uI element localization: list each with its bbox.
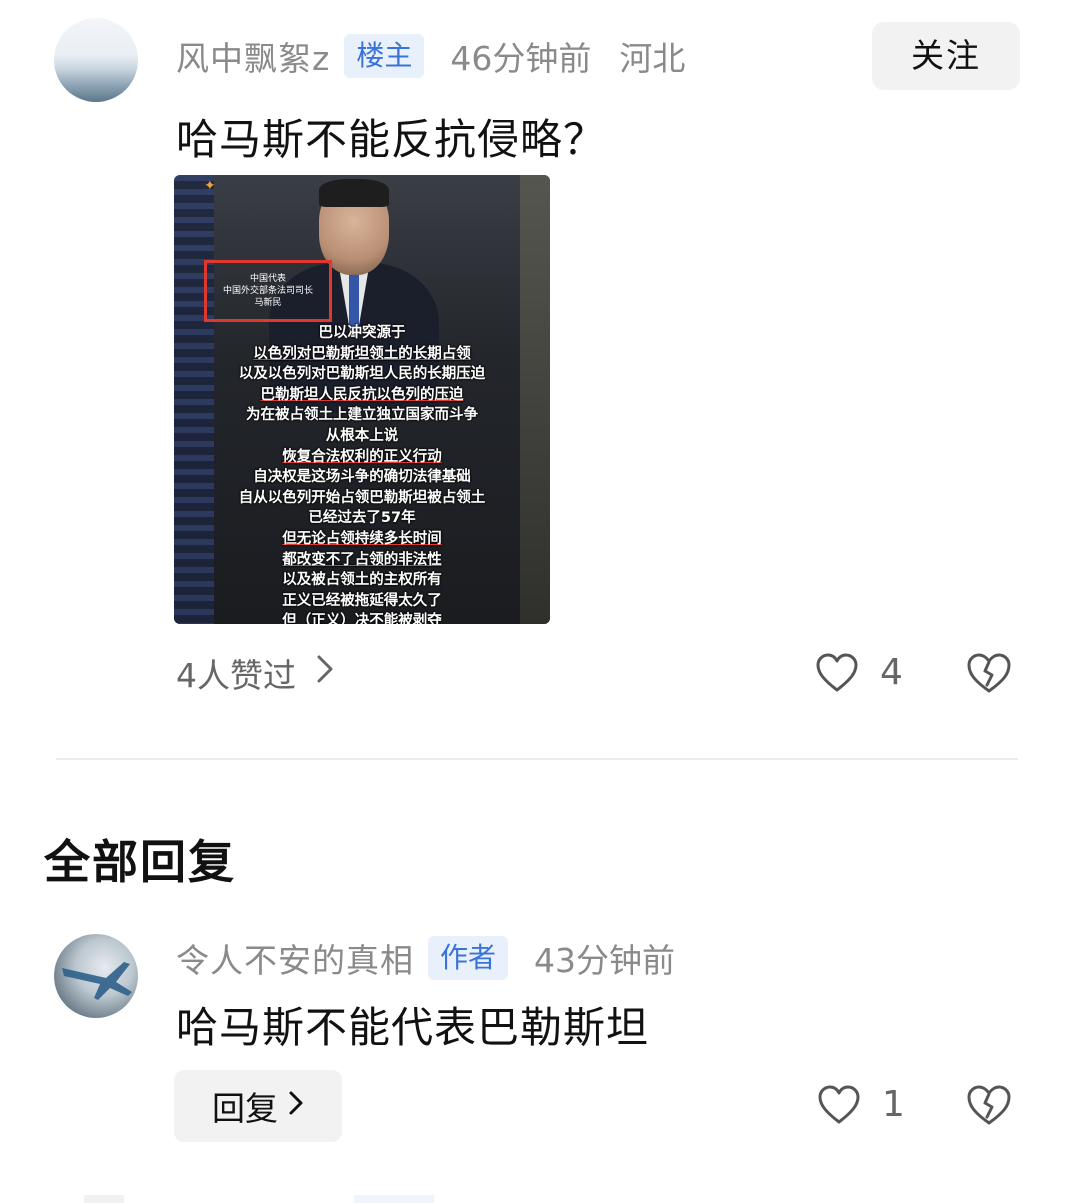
dislike-button[interactable]	[966, 652, 1012, 694]
subtitle-text: 都改变不了占领的非法性	[282, 551, 442, 568]
broken-heart-icon	[966, 1084, 1012, 1126]
comment-thread: 风中飘絮z 楼主 46分钟前 河北 关注 哈马斯不能反抗侵略？ ✦ 中国代表 中…	[0, 0, 1075, 1203]
speaker-label-box: 中国代表 中国外交部条法司司长 马新民	[204, 260, 332, 322]
subtitle-line: 正义已经被拖延得太久了	[282, 592, 442, 609]
like-count: 1	[882, 1084, 905, 1125]
like-button[interactable]: 4	[816, 652, 903, 693]
plane-icon	[62, 962, 132, 1000]
avatar[interactable]	[54, 934, 138, 1018]
heart-icon	[816, 653, 858, 693]
reply-label: 回复	[212, 1089, 278, 1128]
speaker-label-line: 马新民	[254, 298, 282, 308]
author-badge: 作者	[428, 936, 509, 980]
subtitle-line: 从根本上说	[325, 427, 399, 444]
post-text: 哈马斯不能反抗侵略？	[176, 115, 607, 164]
speaker-tie	[349, 275, 359, 330]
location: 河北	[619, 39, 686, 78]
subtitle-line: 以及以色列对巴勒斯坦人民的长期压迫	[238, 366, 486, 383]
subtitle-line: 已经过去了57年	[308, 510, 416, 527]
subtitle-line: 以色列对巴勒斯坦领土的长期占领	[174, 344, 550, 365]
heart-icon	[818, 1085, 860, 1125]
likers-link[interactable]: 4人赞过	[176, 648, 334, 698]
subtitle-line: 巴以冲突源于	[318, 325, 406, 341]
subtitle-line: 巴勒斯坦人民反抗以色列的压迫	[174, 385, 550, 406]
timestamp: 43分钟前	[534, 941, 676, 980]
next-comment-edge	[54, 1195, 1020, 1203]
username[interactable]: 风中飘絮z	[176, 32, 330, 80]
op-badge: 楼主	[344, 34, 425, 78]
subtitle-text: 以色列对巴勒斯坦领土的长期占领	[253, 345, 471, 362]
subtitle-line: 以及被占领土的主权所有	[282, 572, 442, 589]
subtitle-line: 恢复合法权利的正义行动	[174, 447, 550, 468]
chevron-right-icon	[288, 1089, 304, 1124]
speaker-hair	[319, 179, 389, 207]
like-button[interactable]: 1	[818, 1084, 905, 1125]
reply-button[interactable]: 回复	[174, 1070, 342, 1142]
subtitle-line: 都改变不了占领的非法性	[174, 550, 550, 571]
like-count: 4	[880, 652, 903, 693]
section-title: 全部回复	[44, 835, 236, 889]
chevron-right-icon	[316, 654, 334, 692]
post-image[interactable]: ✦ 中国代表 中国外交部条法司司长 马新民 巴以冲突源于 以色列对巴勒斯坦领土的…	[174, 175, 550, 624]
avatar[interactable]	[54, 18, 138, 102]
image-subtitles: 巴以冲突源于 以色列对巴勒斯坦领土的长期占领 以及以色列对巴勒斯坦人民的长期压迫…	[174, 323, 550, 624]
post-meta: 风中飘絮z 楼主 46分钟前 河北	[176, 32, 685, 80]
subtitle-text: 恢复合法权利的正义行动	[282, 448, 442, 465]
dislike-button[interactable]	[966, 1084, 1012, 1126]
follow-button[interactable]: 关注	[872, 22, 1020, 90]
broken-heart-icon	[966, 652, 1012, 694]
speaker-label-line: 中国代表	[249, 274, 286, 284]
subtitle-line: 但（正义）决不能被剥夺	[282, 613, 442, 624]
divider	[56, 758, 1018, 760]
subtitle-line: 自决权是这场斗争的确切法律基础	[253, 469, 471, 486]
subtitle-text: 巴勒斯坦人民反抗以色列的压迫	[260, 386, 464, 403]
username[interactable]: 令人不安的真相	[176, 934, 414, 982]
speaker-label-line: 中国外交部条法司司长	[222, 286, 313, 296]
channel-logo-icon: ✦	[204, 178, 216, 194]
subtitle-line: 但无论占领持续多长时间	[174, 529, 550, 550]
subtitle-line: 为在被占领土上建立独立国家而斗争	[246, 407, 478, 424]
timestamp: 46分钟前	[450, 39, 592, 78]
subtitle-line: 自从以色列开始占领巴勒斯坦被占领土	[238, 489, 486, 506]
reply-meta: 令人不安的真相 作者 43分钟前	[176, 934, 675, 982]
reply-text: 哈马斯不能代表巴勒斯坦	[176, 1003, 650, 1052]
subtitle-text: 但无论占领持续多长时间	[282, 530, 442, 547]
likers-label: 4人赞过	[176, 656, 296, 695]
